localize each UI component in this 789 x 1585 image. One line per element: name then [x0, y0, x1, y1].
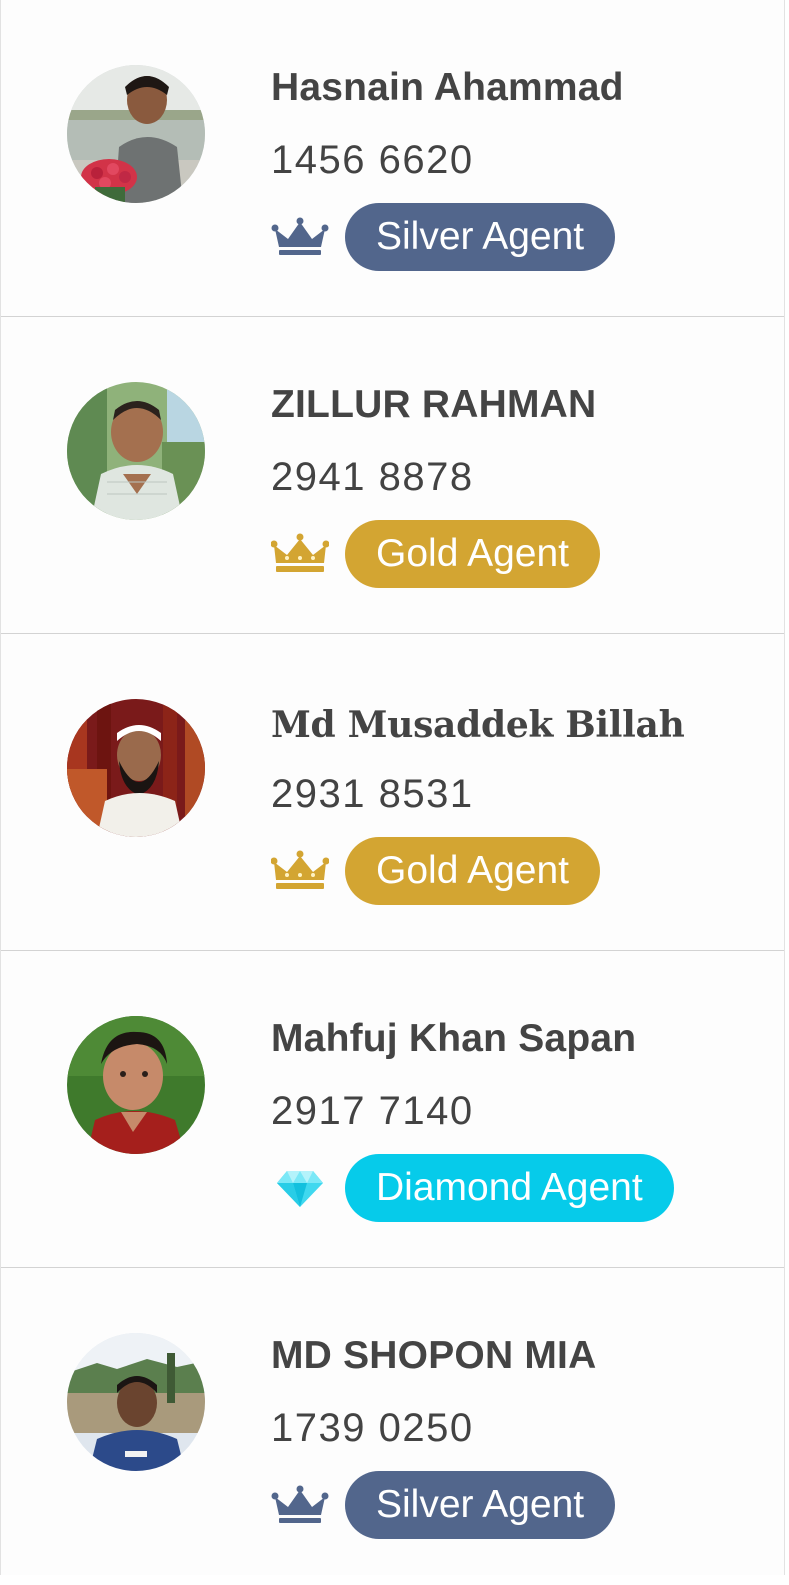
agent-name: Hasnain Ahammad	[271, 66, 624, 109]
agent-list: Hasnain Ahammad 1456 6620 Silver Agent Z…	[0, 0, 785, 1575]
agent-phone: 2941 8878	[271, 455, 474, 499]
tier-badge: Gold Agent	[345, 837, 600, 905]
agent-card[interactable]: ZILLUR RAHMAN 2941 8878 Gold Agent	[1, 317, 784, 634]
agent-phone: 1456 6620	[271, 138, 474, 182]
tier-badge: Gold Agent	[345, 520, 600, 588]
crown-icon	[271, 1478, 329, 1530]
agent-card[interactable]: Hasnain Ahammad 1456 6620 Silver Agent	[1, 0, 784, 317]
crown-icon	[271, 210, 329, 262]
avatar[interactable]	[67, 1016, 205, 1154]
diamond-icon	[271, 1161, 329, 1213]
agent-name: MD SHOPON MIA	[271, 1334, 597, 1377]
agent-phone: 2917 7140	[271, 1089, 474, 1133]
tier-badge: Silver Agent	[345, 1471, 616, 1539]
agent-card[interactable]: MD SHOPON MIA 1739 0250 Silver Agent	[1, 1268, 784, 1585]
avatar[interactable]	[67, 382, 205, 520]
avatar[interactable]	[67, 1333, 205, 1471]
avatar[interactable]	[67, 65, 205, 203]
crown-icon	[271, 844, 329, 896]
agent-phone: 1739 0250	[271, 1406, 474, 1450]
agent-name: Md Musaddek Billah	[271, 704, 685, 746]
tier-badge: Diamond Agent	[345, 1154, 674, 1222]
agent-card[interactable]: Mahfuj Khan Sapan 2917 7140 Diamond Agen…	[1, 951, 784, 1268]
avatar[interactable]	[67, 699, 205, 837]
agent-phone: 2931 8531	[271, 772, 474, 816]
agent-name: Mahfuj Khan Sapan	[271, 1017, 637, 1060]
agent-card[interactable]: Md Musaddek Billah 2931 8531 Gold Agent	[1, 634, 784, 951]
tier-badge: Silver Agent	[345, 203, 616, 271]
crown-icon	[271, 527, 329, 579]
agent-name: ZILLUR RAHMAN	[271, 383, 597, 426]
